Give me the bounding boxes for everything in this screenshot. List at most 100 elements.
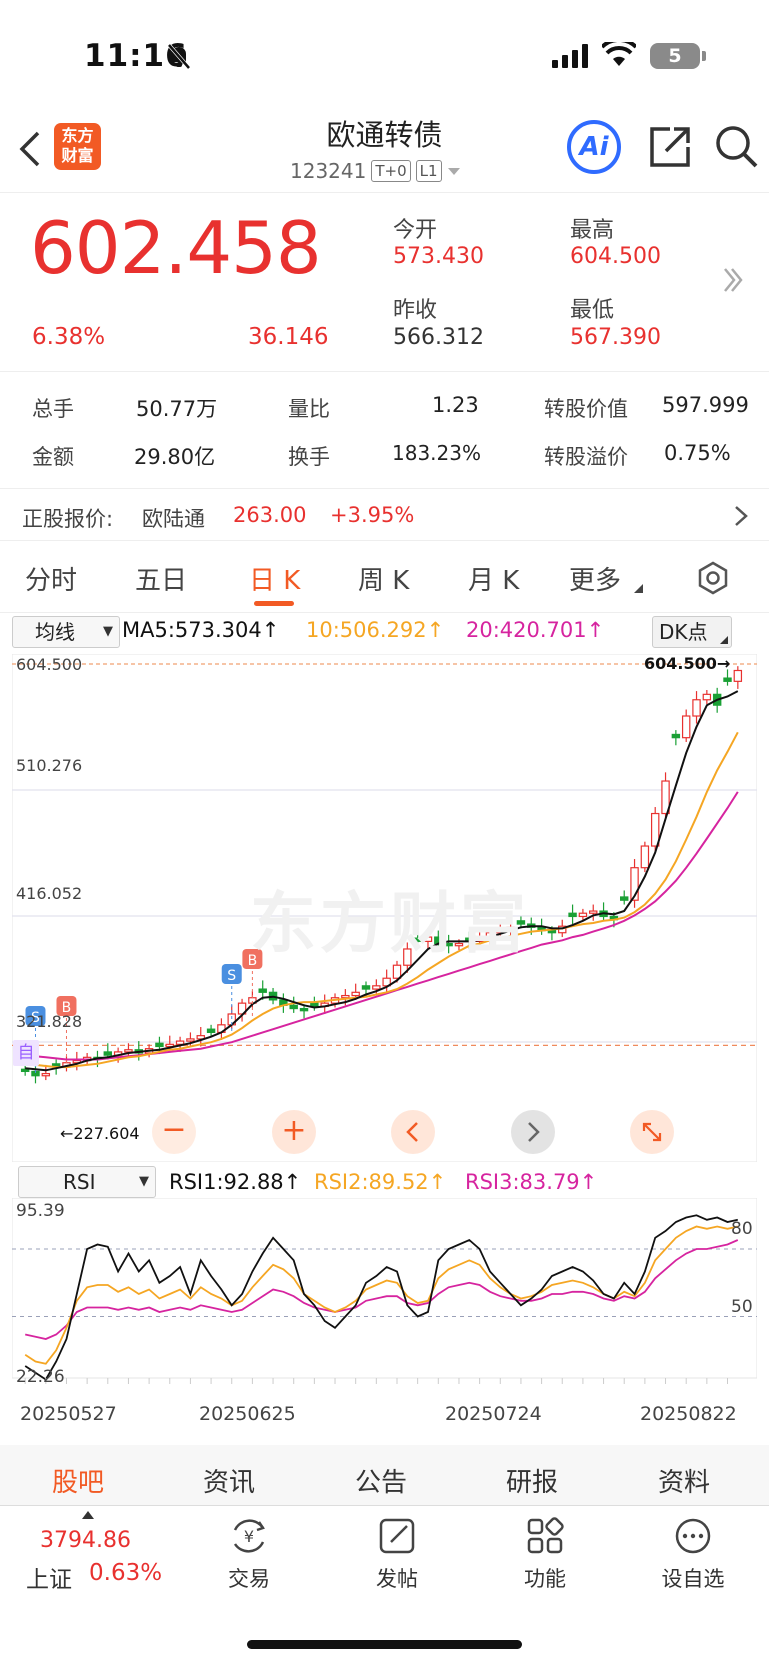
nav-trade[interactable]: ¥ 交易 [199, 1516, 299, 1596]
tab-intraday[interactable]: 分时 [25, 560, 77, 597]
tab-monthly-k[interactable]: 月 K [468, 560, 519, 597]
silent-bell-icon [167, 43, 191, 70]
zoom-out-button[interactable]: − [152, 1110, 196, 1154]
candle-body [547, 929, 557, 934]
tab-weekly-k[interactable]: 周 K [358, 560, 409, 597]
status-bar: 11:16 5 [0, 0, 769, 110]
ai-label: Ai [579, 132, 609, 162]
candle-body [692, 699, 701, 717]
volume-label: 总手 [32, 397, 74, 421]
tab-daily-k[interactable]: 日 K [249, 560, 300, 597]
rsi-axis-bottom: 22.26 [16, 1367, 65, 1387]
nav-functions-label: 功能 [524, 1567, 566, 1591]
candle-body [124, 1049, 133, 1053]
candle-body [20, 1068, 30, 1073]
underlying-price: 263.00 [233, 503, 307, 527]
scroll-right-button[interactable] [511, 1110, 555, 1154]
underlying-stock-row[interactable]: 正股报价: 欧陆通 263.00 +3.95% [0, 489, 769, 539]
nav-functions[interactable]: 功能 [495, 1516, 595, 1596]
candle-body [155, 1042, 164, 1048]
more-triangle-icon [634, 584, 643, 593]
nav-watchlist[interactable]: 设自选 [643, 1516, 743, 1596]
scroll-left-button[interactable] [391, 1110, 435, 1154]
high-label: 最高 [570, 218, 615, 243]
date-label-4: 20250822 [640, 1403, 737, 1425]
rsi-select[interactable]: RSI ▼ [18, 1166, 156, 1198]
volume-ratio-label: 量比 [288, 397, 330, 421]
signal-marker: S [221, 964, 242, 1034]
date-label-3: 20250724 [445, 1403, 542, 1425]
high-value: 604.500 [570, 244, 661, 269]
up-triangle-icon [82, 1511, 94, 1519]
edit-icon [379, 1518, 415, 1554]
bottom-tab-profile[interactable]: 资料 [658, 1462, 710, 1499]
nav-post-label: 发帖 [376, 1567, 418, 1591]
conversion-premium-label: 转股溢价 [544, 445, 628, 469]
candle-body [589, 910, 598, 914]
ma-select[interactable]: 均线 ▼ [12, 616, 120, 648]
bottom-tab-research[interactable]: 研报 [506, 1462, 558, 1499]
change-percent: 6.38% [32, 324, 106, 350]
ai-button[interactable]: Ai [567, 120, 621, 174]
dk-point-select[interactable]: DK点 [652, 616, 732, 648]
tab-more[interactable]: 更多 [569, 560, 621, 597]
active-tab-indicator [254, 601, 294, 606]
candle-body [640, 845, 650, 869]
expand-chevron-icon[interactable] [722, 266, 744, 294]
bottom-tab-announcements[interactable]: 公告 [355, 1462, 407, 1499]
signal-letter: S [227, 968, 236, 984]
watermark: 东方财富 [250, 885, 530, 962]
zoom-in-button[interactable]: + [272, 1110, 316, 1154]
candle-body [361, 985, 371, 990]
share-icon[interactable] [648, 125, 692, 169]
tab-five-day[interactable]: 五日 [135, 560, 187, 597]
fullscreen-button[interactable] [630, 1110, 674, 1154]
candle-body [41, 1072, 51, 1077]
underlying-change: +3.95% [330, 503, 415, 527]
index-name: 上证 [26, 1567, 72, 1593]
high-price-marker: 604.500→ [644, 654, 731, 673]
battery-level: 5 [668, 45, 682, 67]
candle-body [578, 912, 588, 918]
expand-arrows-icon [642, 1122, 662, 1142]
rsi1-legend: RSI1:92.88↑ [169, 1170, 302, 1194]
cellular-signal-icon [552, 44, 588, 68]
candle-body [568, 912, 577, 918]
home-indicator[interactable] [247, 1640, 522, 1649]
search-icon[interactable] [714, 124, 760, 170]
bottom-tab-news[interactable]: 资讯 [203, 1462, 255, 1499]
bottom-tab-guba[interactable]: 股吧 [52, 1462, 104, 1499]
rsi-level-80: 80 [731, 1219, 753, 1239]
security-code: 123241 [290, 159, 367, 183]
nav-watchlist-label: 设自选 [661, 1567, 725, 1591]
conversion-value-label: 转股价值 [544, 397, 628, 421]
auto-tag: 自 [13, 1040, 39, 1066]
candle-body [258, 988, 267, 993]
candle-body [103, 1051, 113, 1056]
volume-value: 50.77万 [136, 397, 218, 421]
amount-value: 29.80亿 [134, 445, 216, 469]
ma-select-label: 均线 [35, 620, 75, 644]
rsi-level-50: 50 [731, 1297, 753, 1317]
price-axis-label-1: 604.500 [16, 655, 83, 674]
turnover-label: 换手 [288, 445, 330, 469]
security-code-row[interactable]: 123241 T+0 L1 [290, 159, 461, 183]
underlying-label: 正股报价: [22, 507, 114, 531]
nav-post[interactable]: 发帖 [347, 1516, 447, 1596]
more-dots-icon [675, 1518, 711, 1554]
candle-body [299, 1007, 309, 1012]
divider [0, 612, 769, 613]
select-arrow-icon: ▼ [139, 1174, 149, 1189]
rsi-select-label: RSI [63, 1170, 96, 1194]
candle-body [341, 994, 350, 999]
rsi-chart[interactable] [12, 1198, 757, 1390]
candle-body [733, 669, 743, 682]
yuan-exchange-icon: ¥ [233, 1519, 265, 1553]
candle-body [310, 1002, 319, 1008]
low-value: 567.390 [570, 325, 661, 350]
candle-body [206, 1028, 216, 1034]
nav-trade-label: 交易 [228, 1567, 270, 1591]
settings-gear-icon[interactable] [696, 561, 730, 595]
price-axis-label-4: 321.828 [16, 1012, 83, 1031]
ma5-legend: MA5:573.304↑ [122, 618, 280, 642]
